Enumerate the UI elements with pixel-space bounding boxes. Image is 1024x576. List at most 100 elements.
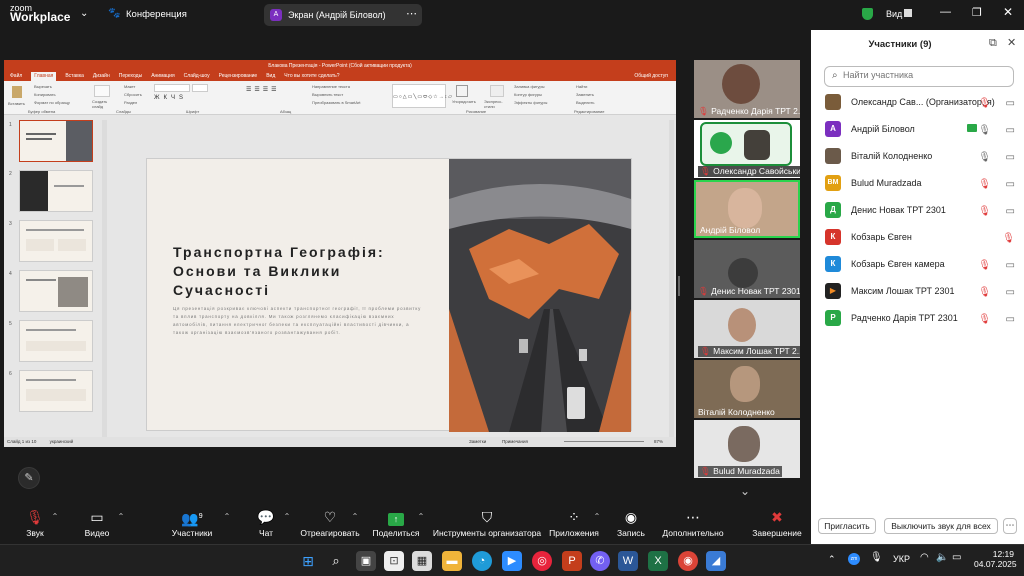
invite-button[interactable]: Пригласить	[818, 518, 876, 534]
slide-thumbnail[interactable]	[19, 370, 93, 412]
clock[interactable]: 12:19 04.07.2025	[974, 549, 1017, 569]
volume-icon[interactable]: 🔈	[936, 552, 948, 563]
participants-button[interactable]: 👥9 Участники	[170, 506, 214, 538]
mic-muted-icon[interactable]: 🎙	[978, 174, 991, 196]
record-button[interactable]: ◉ Запись	[614, 506, 648, 538]
search-input[interactable]	[843, 70, 1003, 80]
file-explorer-icon[interactable]: ▬	[442, 551, 462, 571]
participant-row[interactable]: ▶ Максим Лошак ТРТ 2301 🎙 ▭	[825, 280, 1021, 302]
video-tile[interactable]: 🎙 Максим Лошак ТРТ 2...	[694, 300, 800, 358]
notes-button[interactable]: Заметки	[469, 437, 486, 447]
video-tile[interactable]: Віталій Колодненко	[694, 360, 800, 418]
slide-image[interactable]	[449, 159, 631, 432]
video-tile[interactable]: 🎙 Радченко Дарія ТРТ 2...	[694, 60, 800, 118]
view-icon[interactable]	[904, 9, 912, 17]
slide-thumbnail[interactable]	[19, 270, 93, 312]
arrange-button[interactable]: Упорядочить	[452, 99, 476, 104]
thumbnails-scrollbar[interactable]	[102, 120, 107, 440]
app-icon[interactable]: ◎	[532, 551, 552, 571]
react-button[interactable]: ♡ Отреагировать	[300, 506, 360, 538]
tab-slideshow[interactable]: Слайд-шоу	[184, 72, 210, 81]
search-field[interactable]: ⌕	[824, 66, 1014, 87]
select-button[interactable]: Выделить	[576, 100, 594, 105]
camera-icon[interactable]: ▭	[1006, 255, 1015, 277]
chevron-down-icon[interactable]: ⌄	[740, 484, 750, 498]
maximize-icon[interactable]: ❐	[972, 6, 982, 19]
chevron-up-icon[interactable]: ⌃	[222, 512, 232, 521]
close-icon[interactable]: ✕	[1003, 5, 1013, 19]
slide-thumbnail[interactable]	[19, 220, 93, 262]
participant-row[interactable]: BM Bulud Muradzada 🎙 ▭	[825, 172, 1021, 194]
chevron-up-icon[interactable]: ⌃	[116, 512, 126, 521]
find-button[interactable]: Найти	[576, 84, 587, 89]
shape-outline-button[interactable]: Контур фигуры	[514, 92, 542, 97]
app-icon[interactable]: ▦	[412, 551, 432, 571]
mic-muted-icon[interactable]: 🎙	[978, 282, 991, 304]
participant-row[interactable]: Р Радченко Дарія ТРТ 2301 🎙 ▭	[825, 307, 1021, 329]
quick-styles-icon[interactable]	[490, 85, 504, 97]
more-button[interactable]: ⋯ Дополнительно	[660, 506, 726, 538]
more-icon[interactable]: ⋯	[406, 7, 417, 20]
font-format-buttons[interactable]: ЖКЧS	[154, 95, 187, 101]
paste-label[interactable]: Вставить	[8, 101, 25, 106]
quick-styles-button[interactable]: Экспресс-стили	[484, 99, 510, 109]
viber-icon[interactable]: ✆	[590, 551, 610, 571]
close-icon[interactable]: ✕	[1007, 36, 1016, 49]
participant-row[interactable]: К Кобзарь Євген камера 🎙 ▭	[825, 253, 1021, 275]
search-icon[interactable]: ⌕	[326, 551, 346, 571]
reset-button[interactable]: Сбросить	[124, 92, 142, 97]
powerpoint-icon[interactable]: P	[562, 551, 582, 571]
camera-icon[interactable]: ▭	[1006, 309, 1015, 331]
camera-icon[interactable]: ▭	[1006, 174, 1015, 196]
mute-all-button[interactable]: Выключить звук для всех	[884, 518, 998, 534]
audio-button[interactable]: 🎙 Звук	[22, 506, 48, 538]
minimize-icon[interactable]: —	[940, 6, 951, 18]
tab-home[interactable]: Главная	[31, 72, 57, 81]
app-icon[interactable]: ◢	[706, 551, 726, 571]
slide-thumbnail[interactable]	[19, 170, 93, 212]
video-tile[interactable]: 🎙 Bulud Muradzada	[694, 420, 800, 478]
camera-icon[interactable]: ▭	[1006, 282, 1015, 304]
shape-fill-button[interactable]: Заливка фигуры	[514, 84, 545, 89]
mic-muted-icon[interactable]: 🎙	[978, 93, 991, 115]
language-indicator[interactable]: УКР	[893, 554, 910, 564]
mic-icon[interactable]: 🎙	[870, 552, 883, 563]
slide-title[interactable]: Транспортна Географія: Основи та Виклики…	[173, 243, 423, 300]
language-label[interactable]: украинский	[50, 439, 73, 444]
chevron-up-icon[interactable]: ⌃	[350, 512, 360, 521]
share-screen-button[interactable]: ↑ Поделиться	[372, 506, 420, 538]
align-text-button[interactable]: Выровнять текст	[312, 92, 343, 97]
slide-scrollbar[interactable]	[669, 120, 674, 440]
font-name-input[interactable]	[154, 84, 190, 92]
edge-icon[interactable]: ◔	[472, 551, 492, 571]
smartart-button[interactable]: Преобразовать в SmartArt	[312, 100, 361, 105]
wifi-icon[interactable]: ◠	[920, 552, 929, 563]
tab-design[interactable]: Дизайн	[93, 72, 110, 81]
slide-thumbnails[interactable]: 1 2 3 4 5 6	[4, 115, 108, 437]
copy-button[interactable]: Копировать	[34, 92, 56, 97]
font-size-input[interactable]	[192, 84, 208, 92]
layout-button[interactable]: Макет	[124, 84, 135, 89]
view-button[interactable]: Вид	[886, 9, 902, 19]
zoom-tray-icon[interactable]: zm	[848, 553, 860, 565]
replace-button[interactable]: Заменить	[576, 92, 594, 97]
mic-icon[interactable]: 🎙	[978, 120, 991, 142]
meeting-title[interactable]: Конференция	[126, 9, 187, 20]
camera-icon[interactable]: ▭	[1006, 201, 1015, 223]
text-direction-button[interactable]: Направление текста	[312, 84, 350, 89]
excel-icon[interactable]: X	[648, 551, 668, 571]
format-painter-button[interactable]: Формат по образцу	[34, 100, 70, 105]
slide-canvas[interactable]: Транспортна Географія: Основи та Виклики…	[146, 158, 632, 432]
task-view-icon[interactable]: ▣	[356, 551, 376, 571]
popout-icon[interactable]: ⧉	[989, 37, 997, 50]
chat-button[interactable]: 💬 Чат	[254, 506, 278, 538]
section-button[interactable]: Раздел	[124, 100, 137, 105]
apps-button[interactable]: ⁘ Приложения	[548, 506, 600, 538]
video-button[interactable]: ▭ Видео	[80, 506, 114, 538]
shape-effects-button[interactable]: Эффекты фигуры	[514, 100, 547, 105]
chevron-up-icon[interactable]: ⌃	[416, 512, 426, 521]
camera-icon[interactable]: ▭	[1006, 120, 1015, 142]
mic-muted-icon[interactable]: 🎙	[978, 309, 991, 331]
cut-button[interactable]: Вырезать	[34, 84, 52, 89]
battery-icon[interactable]: ▭	[952, 552, 961, 563]
